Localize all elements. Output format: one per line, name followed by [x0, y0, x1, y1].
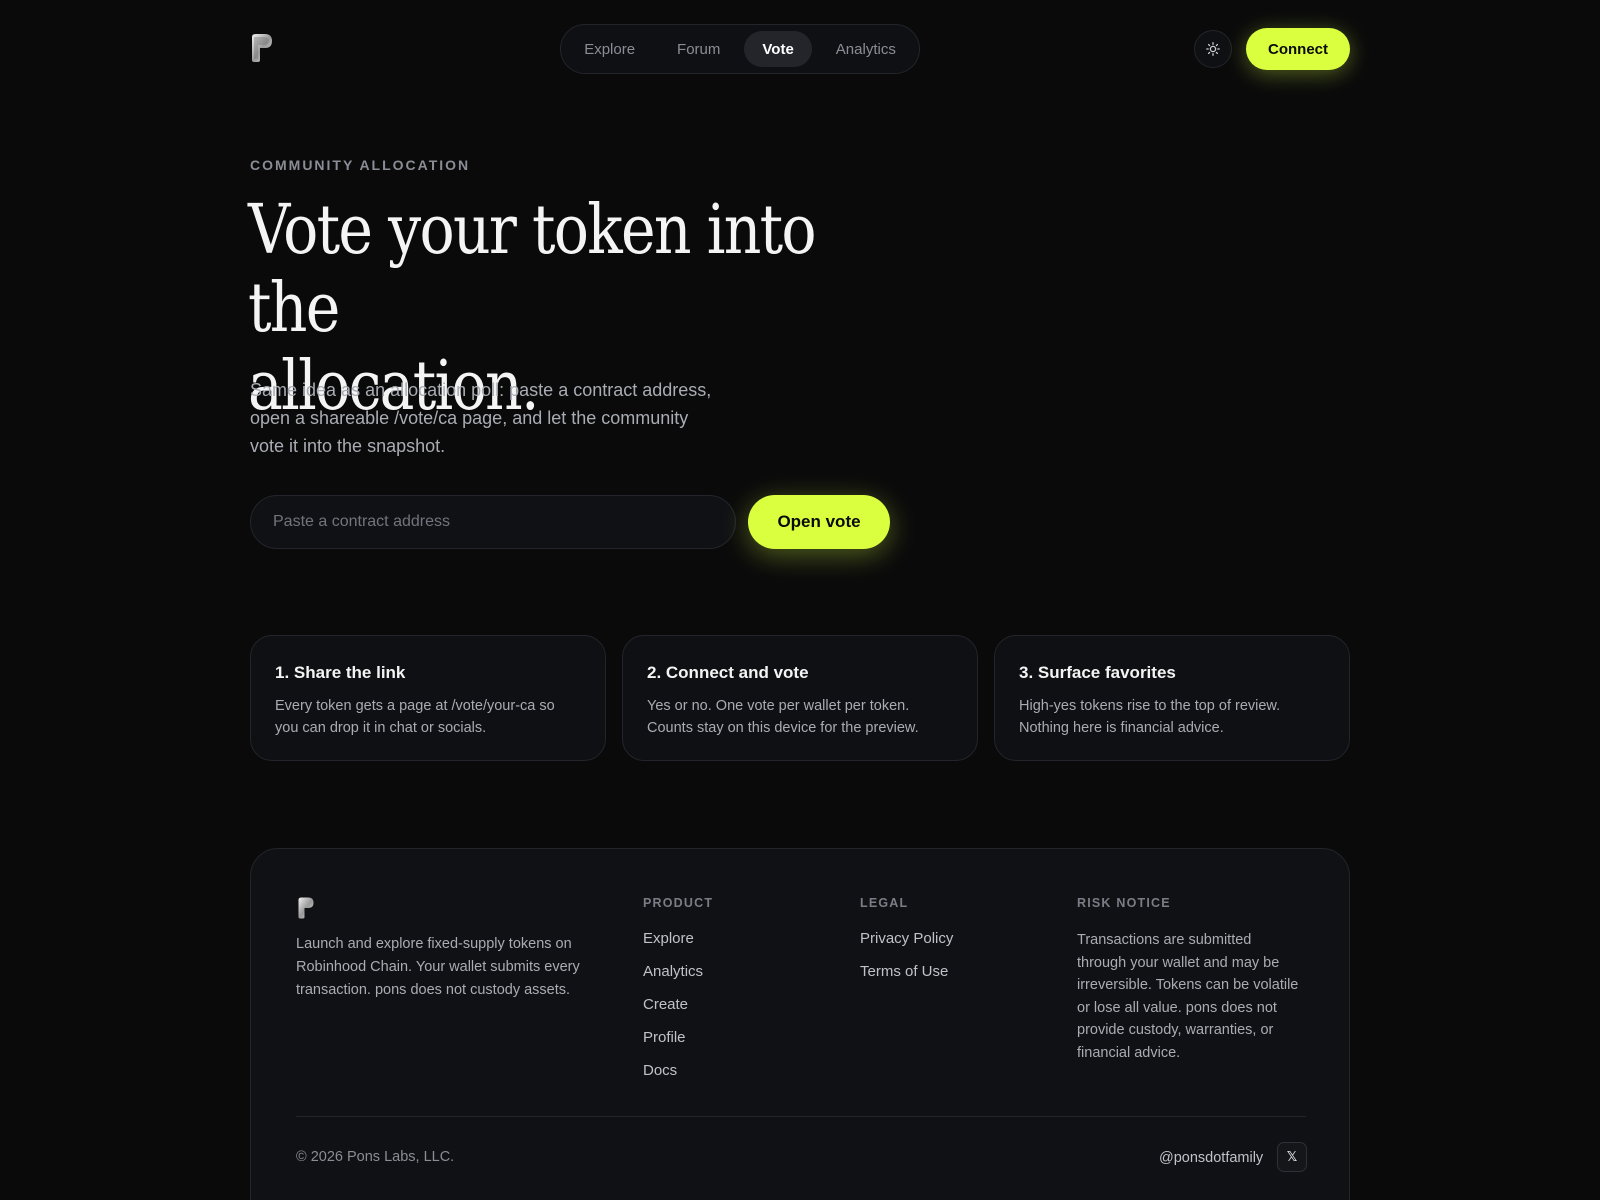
footer-copyright: © 2026 Pons Labs, LLC.: [296, 1149, 455, 1165]
sun-icon: [1206, 42, 1220, 56]
footer-product-heading: PRODUCT: [643, 896, 714, 910]
footer-link-terms[interactable]: Terms of Use: [860, 962, 953, 981]
connect-button[interactable]: Connect: [1246, 28, 1350, 70]
hero-description: Same idea as an allocation poll: paste a…: [250, 380, 712, 456]
footer-link-create[interactable]: Create: [643, 995, 703, 1014]
pons-logo-icon[interactable]: [250, 33, 274, 63]
footer-link-analytics[interactable]: Analytics: [643, 962, 703, 981]
footer-link-docs[interactable]: Docs: [643, 1061, 703, 1080]
main-nav: Explore Forum Vote Analytics: [560, 24, 920, 74]
step-card-connect: 2. Connect and vote Yes or no. One vote …: [622, 635, 978, 761]
step-body: Yes or no. One vote per wallet per token…: [647, 698, 919, 736]
top-header: Explore Forum Vote Analytics Connect: [250, 24, 1350, 74]
pons-logo-icon[interactable]: [297, 896, 315, 920]
footer-link-privacy[interactable]: Privacy Policy: [860, 929, 953, 948]
step-card-favorites: 3. Surface favorites High-yes tokens ris…: [994, 635, 1350, 761]
footer-link-profile[interactable]: Profile: [643, 1028, 703, 1047]
x-logo-icon: 𝕏: [1286, 1149, 1298, 1164]
step-title: 2. Connect and vote: [647, 663, 809, 682]
nav-item-explore[interactable]: Explore: [566, 31, 653, 67]
footer-product-links: Explore Analytics Create Profile Docs: [643, 929, 703, 1094]
social-handle-link[interactable]: @ponsdotfamily: [1159, 1150, 1263, 1166]
open-vote-button[interactable]: Open vote: [748, 495, 890, 549]
footer-about: Launch and explore fixed-supply tokens o…: [296, 936, 580, 998]
nav-item-vote[interactable]: Vote: [744, 31, 812, 67]
footer-divider: [296, 1116, 1306, 1117]
step-body: High-yes tokens rise to the top of revie…: [1019, 698, 1281, 736]
footer-legal-links: Privacy Policy Terms of Use: [860, 929, 953, 995]
site-footer: Launch and explore fixed-supply tokens o…: [250, 848, 1350, 1200]
footer-link-explore[interactable]: Explore: [643, 929, 703, 948]
steps-row: 1. Share the link Every token gets a pag…: [250, 635, 1350, 761]
page: Explore Forum Vote Analytics Connect COM…: [0, 0, 1600, 1200]
footer-risk-text: Transactions are submitted through your …: [1077, 932, 1299, 1061]
step-title: 3. Surface favorites: [1019, 663, 1176, 682]
page-title-line-1: Vote your token into the: [248, 191, 817, 348]
step-body: Every token gets a page at /vote/your-ca…: [275, 698, 555, 736]
x-social-button[interactable]: 𝕏: [1277, 1142, 1307, 1172]
contract-address-input[interactable]: [250, 495, 736, 549]
footer-risk-heading: RISK NOTICE: [1077, 896, 1171, 910]
section-eyebrow: COMMUNITY ALLOCATION: [250, 157, 471, 173]
theme-toggle-button[interactable]: [1194, 30, 1232, 68]
nav-item-analytics[interactable]: Analytics: [818, 31, 914, 67]
step-card-share: 1. Share the link Every token gets a pag…: [250, 635, 606, 761]
footer-legal-heading: LEGAL: [860, 896, 909, 910]
step-title: 1. Share the link: [275, 663, 406, 682]
nav-item-forum[interactable]: Forum: [659, 31, 738, 67]
